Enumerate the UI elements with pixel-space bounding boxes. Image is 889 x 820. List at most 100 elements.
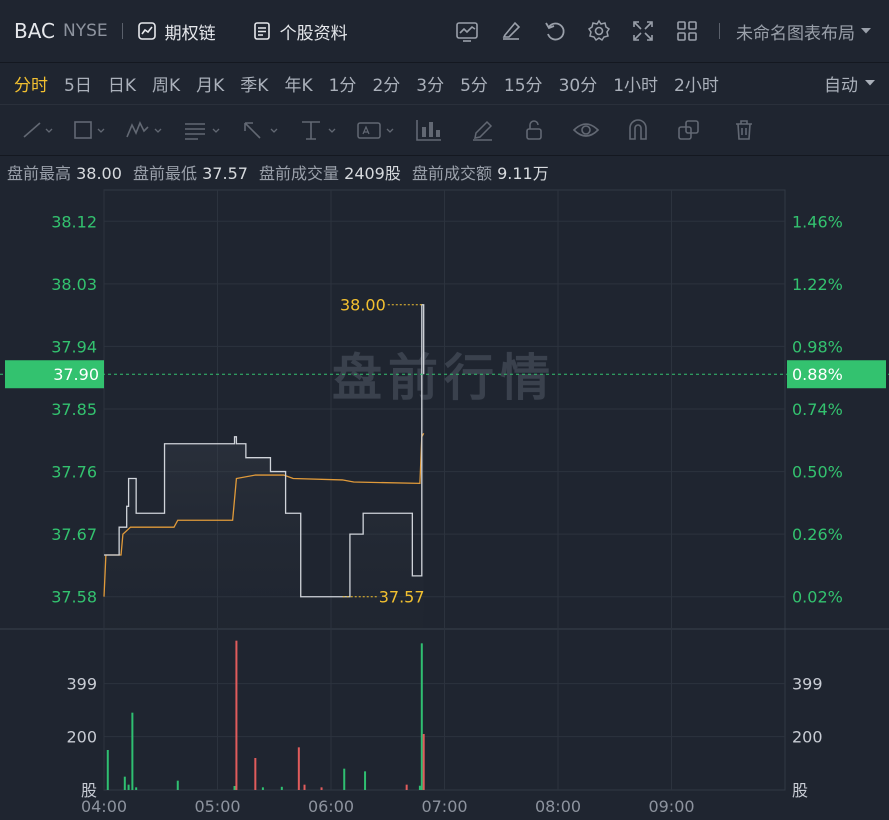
auto-scale-label: 自动 <box>824 75 858 96</box>
volume-bar <box>364 771 367 790</box>
draw-icon[interactable] <box>499 19 523 43</box>
volume-bar <box>106 750 109 790</box>
volume-tick-label: 200 <box>66 728 97 747</box>
volume-bar <box>303 784 306 790</box>
divider <box>719 23 720 39</box>
layout-grid-icon[interactable] <box>675 19 699 43</box>
volume-bar <box>420 643 423 790</box>
period-list: 分时 5日 日K 周K 月K 季K 年K 1分 2分 3分 5分 15分 30分 1小时 2小时 <box>0 71 735 96</box>
exchange-label: NYSE <box>63 21 108 41</box>
drawing-toolbar <box>0 104 889 156</box>
intraday-chart[interactable]: 盘前行情 38.00 37.57 37.90 0.88% 38.12 1.46% 38.… <box>0 189 889 820</box>
time-tick-label: 06:00 <box>308 797 354 816</box>
premarket-info: 盘前最高 38.00 盘前最低 37.57 盘前成交量 2409股 盘前成交额 … <box>0 155 889 189</box>
volume-bar <box>127 784 130 790</box>
volume-bar <box>343 768 346 790</box>
period-tab[interactable]: 2分 <box>372 71 400 96</box>
copy-icon[interactable] <box>676 118 702 142</box>
rect-tool-icon[interactable] <box>72 118 106 142</box>
pct-tick-label: 1.46% <box>792 212 843 231</box>
price-tick-label: 37.58 <box>51 588 97 607</box>
volume-bar <box>297 747 300 790</box>
fib-tool-icon[interactable] <box>182 118 222 142</box>
pct-tick-label: 0.98% <box>792 337 843 356</box>
lock-icon[interactable] <box>522 118 546 142</box>
premarket-high-value: 38.00 <box>76 164 122 183</box>
period-tab[interactable]: 1小时 <box>613 71 658 96</box>
period-tab[interactable]: 1分 <box>329 71 357 96</box>
premarket-amount-label: 盘前成交额 <box>411 164 492 183</box>
pct-tick-label: 0.26% <box>792 525 843 544</box>
high-marker-label: 38.00 <box>340 296 386 315</box>
eye-icon[interactable] <box>572 118 600 142</box>
premarket-volume-label: 盘前成交量 <box>259 164 340 183</box>
reset-icon[interactable] <box>543 19 567 43</box>
magnet-icon[interactable] <box>626 118 650 142</box>
pen-icon[interactable] <box>470 118 496 142</box>
time-tick-label: 08:00 <box>535 797 581 816</box>
volume-bar <box>235 640 238 790</box>
premarket-volume-value: 2409股 <box>344 164 401 183</box>
indicator-icon[interactable] <box>455 19 479 43</box>
pct-tick-label: 0.74% <box>792 400 843 419</box>
fullscreen-icon[interactable] <box>631 19 655 43</box>
options-chain-icon <box>137 22 156 40</box>
period-tab[interactable]: 5日 <box>64 71 92 96</box>
period-tab[interactable]: 30分 <box>559 71 598 96</box>
settings-icon[interactable] <box>587 19 611 43</box>
price-tick-label: 37.85 <box>51 400 97 419</box>
pct-tick-label: 1.22% <box>792 275 843 294</box>
premarket-high-label: 盘前最高 <box>7 164 72 183</box>
price-tick-label: 38.03 <box>51 275 97 294</box>
period-tab[interactable]: 15分 <box>504 71 543 96</box>
options-chain-button[interactable]: 期权链 <box>137 19 216 44</box>
period-tab[interactable]: 5分 <box>460 71 488 96</box>
period-tab[interactable]: 分时 <box>14 71 48 96</box>
premarket-low-label: 盘前最低 <box>133 164 198 183</box>
period-tab[interactable]: 年K <box>284 71 312 96</box>
line-tool-icon[interactable] <box>20 118 54 142</box>
arrow-tool-icon[interactable] <box>240 118 280 142</box>
premarket-amount-value: 9.11万 <box>497 164 549 183</box>
volume-profile-icon[interactable] <box>414 117 444 143</box>
period-tab[interactable]: 2小时 <box>674 71 719 96</box>
options-chain-label: 期权链 <box>164 23 216 44</box>
volume-bar <box>233 786 236 790</box>
volume-tick-label: 399 <box>792 675 823 694</box>
divider <box>121 23 123 39</box>
volume-unit-label: 股 <box>792 781 808 800</box>
volume-bar <box>176 780 179 790</box>
measure-tool-icon[interactable] <box>298 118 338 142</box>
period-tabs: 分时 5日 日K 周K 月K 季K 年K 1分 2分 3分 5分 15分 30分 1小时 2小时 自动 <box>0 63 889 103</box>
trash-icon[interactable] <box>732 118 756 142</box>
low-marker-label: 37.57 <box>379 588 425 607</box>
period-tab[interactable]: 日K <box>108 71 136 96</box>
caret-down-icon <box>865 80 875 86</box>
period-tab[interactable]: 周K <box>152 71 180 96</box>
period-tab[interactable]: 季K <box>240 71 268 96</box>
document-icon <box>253 22 270 40</box>
text-tool-icon[interactable] <box>356 118 396 142</box>
price-tick-label: 37.67 <box>51 525 97 544</box>
time-tick-label: 07:00 <box>421 797 467 816</box>
period-tab[interactable]: 月K <box>196 71 224 96</box>
pct-tick-label: 0.02% <box>792 588 843 607</box>
price-tick-label: 37.94 <box>51 337 97 356</box>
volume-tick-label: 399 <box>66 675 97 694</box>
volume-bar <box>405 784 408 790</box>
layout-name-label: 未命名图表布局 <box>736 23 855 44</box>
volume-bar <box>320 787 323 790</box>
top-header: BAC NYSE 期权链 个股资料 未命名图表布局 <box>0 0 889 63</box>
stock-profile-button[interactable]: 个股资料 <box>252 19 348 44</box>
pattern-tool-icon[interactable] <box>124 118 164 142</box>
period-tab[interactable]: 3分 <box>416 71 444 96</box>
layout-name-dropdown[interactable]: 未命名图表布局 <box>736 19 873 44</box>
auto-scale-dropdown[interactable]: 自动 <box>824 71 877 96</box>
pct-tick-label: 0.50% <box>792 463 843 482</box>
current-pct-label: 0.88% <box>792 365 843 384</box>
volume-bar <box>261 787 264 790</box>
time-tick-label: 05:00 <box>194 797 240 816</box>
volume-bar <box>280 786 283 790</box>
volume-bar <box>254 758 257 790</box>
volume-bar <box>422 734 425 790</box>
